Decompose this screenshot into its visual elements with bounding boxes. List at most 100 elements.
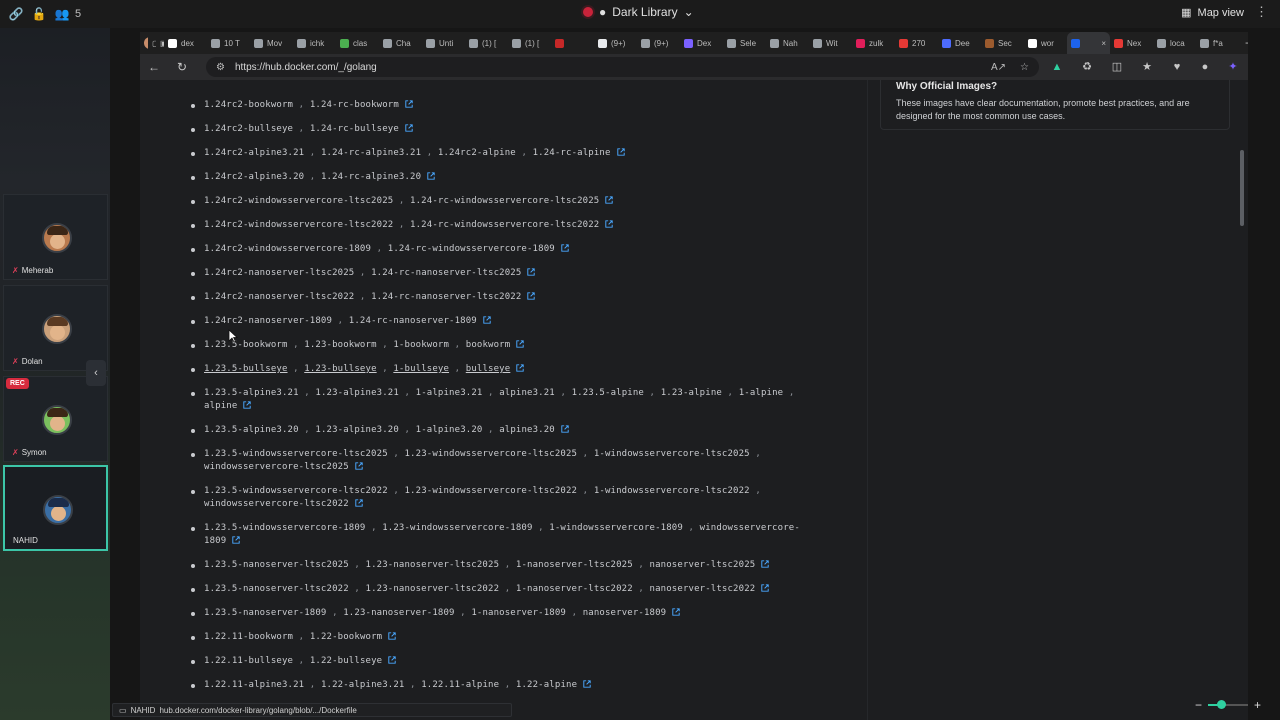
image-tag-link[interactable]: 1-bookworm	[393, 340, 449, 350]
image-tag-link[interactable]: 1.23.5-windowsservercore-1809	[204, 523, 366, 533]
tab-search-icon[interactable]: ▣	[156, 32, 164, 54]
browser-tab[interactable]: (1) [	[508, 32, 551, 54]
browser-tab[interactable]: Sele	[723, 32, 766, 54]
image-tag-link[interactable]: bullseye	[466, 364, 511, 374]
image-tag-link[interactable]: windowsservercore-ltsc2022	[204, 499, 349, 509]
browser-tab[interactable]: (9+)	[594, 32, 637, 54]
unlock-icon[interactable]: 🔓	[32, 7, 47, 21]
external-link-icon[interactable]	[672, 608, 680, 616]
image-tag-link[interactable]: 1-windowsservercore-ltsc2025	[594, 449, 750, 459]
image-tag-link[interactable]: 1-nanoserver-1809	[471, 608, 566, 618]
image-tag-link[interactable]: nanoserver-ltsc2025	[650, 560, 756, 570]
browser-essentials-icon[interactable]: ♥	[1170, 60, 1184, 74]
image-tag-link[interactable]: 1.24rc2-nanoserver-1809	[204, 316, 332, 326]
image-tag-link[interactable]: 1.23.5-alpine3.20	[204, 425, 299, 435]
scrollbar-thumb[interactable]	[1240, 150, 1244, 226]
image-tag-link[interactable]: 1.24-rc-bookworm	[310, 100, 399, 110]
external-link-icon[interactable]	[527, 268, 536, 276]
external-link-icon[interactable]	[761, 584, 770, 592]
external-link-icon[interactable]	[527, 292, 536, 300]
split-screen-icon[interactable]: ◫	[1110, 60, 1124, 74]
image-tag-link[interactable]: 1.24rc2-alpine3.20	[204, 172, 304, 182]
external-link-icon[interactable]	[583, 680, 591, 688]
browser-tab[interactable]: ×	[1067, 32, 1110, 54]
external-link-icon[interactable]	[561, 425, 569, 433]
image-tag-link[interactable]: 1.23.5-nanoserver-ltsc2025	[204, 560, 349, 570]
external-link-icon[interactable]	[616, 148, 625, 156]
image-tag-link[interactable]: 1.24-rc-alpine	[533, 148, 611, 158]
browser-tab[interactable]: Cha	[379, 32, 422, 54]
browser-tab[interactable]: 270	[895, 32, 938, 54]
image-tag-link[interactable]: 1-windowsservercore-ltsc2022	[594, 486, 750, 496]
browser-tab[interactable]: Nah	[766, 32, 809, 54]
read-aloud-icon[interactable]: A↗	[991, 62, 1006, 73]
image-tag-link[interactable]: 1.24-rc-alpine3.21	[321, 148, 421, 158]
image-tag-link[interactable]: 1.24rc2-alpine3.21	[204, 148, 304, 158]
browser-tab[interactable]: Nex	[1110, 32, 1153, 54]
external-link-icon[interactable]	[388, 632, 396, 640]
browser-tab[interactable]: zulk	[852, 32, 895, 54]
image-tag-link[interactable]: 1.23.5-windowsservercore-ltsc2025	[204, 449, 388, 459]
image-tag-link[interactable]: nanoserver-1809	[583, 608, 667, 618]
image-tag-link[interactable]: 1-nanoserver-ltsc2022	[516, 584, 633, 594]
external-link-icon[interactable]	[427, 172, 435, 180]
back-icon[interactable]: ←	[140, 60, 168, 74]
image-tag-link[interactable]: 1-alpine3.20	[416, 425, 483, 435]
image-tag-link[interactable]: 1.24-rc-windowsservercore-1809	[388, 244, 555, 254]
image-tag-link[interactable]: 1.23.5-bullseye	[204, 364, 288, 374]
image-tag-link[interactable]: 1.23-windowsservercore-1809	[382, 523, 532, 533]
image-tag-link[interactable]: 1.22.11-bookworm	[204, 632, 293, 642]
external-link-icon[interactable]	[516, 364, 525, 372]
image-tag-link[interactable]: 1.23.5-bookworm	[204, 340, 288, 350]
image-tag-link[interactable]: 1.23.5-alpine	[572, 388, 644, 398]
external-link-icon[interactable]	[355, 499, 363, 507]
image-tag-link[interactable]: 1.24rc2-windowsservercore-ltsc2022	[204, 220, 393, 230]
people-icon[interactable]: 👥	[55, 7, 70, 21]
address-bar[interactable]: ⚙ A↗ ☆	[206, 57, 1039, 77]
image-tag-link[interactable]: 1.23-nanoserver-ltsc2025	[366, 560, 500, 570]
external-link-icon[interactable]	[405, 124, 413, 132]
image-tag-link[interactable]: 1.23.5-nanoserver-ltsc2022	[204, 584, 349, 594]
bookmark-star-icon[interactable]: ☆	[1020, 62, 1029, 73]
image-tag-link[interactable]: 1.24-rc-windowsservercore-ltsc2025	[410, 196, 599, 206]
image-tag-link[interactable]: 1.24-rc-nanoserver-ltsc2022	[371, 292, 521, 302]
browser-tab[interactable]: ichk	[293, 32, 336, 54]
zoom-out-icon[interactable]: −	[1195, 698, 1202, 712]
external-link-icon[interactable]	[516, 340, 525, 348]
browser-tab[interactable]: f*a	[1196, 32, 1239, 54]
image-tag-link[interactable]: bookworm	[466, 340, 511, 350]
browser-tab[interactable]: Sec	[981, 32, 1024, 54]
browser-tab[interactable]	[551, 32, 594, 54]
image-tag-link[interactable]: 1.23-alpine3.20	[315, 425, 399, 435]
browser-tab[interactable]: Dex	[680, 32, 723, 54]
browser-tab[interactable]: loca	[1153, 32, 1196, 54]
image-tag-link[interactable]: 1.24-rc-bullseye	[310, 124, 399, 134]
external-link-icon[interactable]	[243, 401, 252, 409]
profile-avatar[interactable]	[140, 32, 148, 54]
browser-tab[interactable]: Wit	[809, 32, 852, 54]
image-tag-link[interactable]: 1.23-alpine	[661, 388, 722, 398]
tab-groups-icon[interactable]: ▢	[148, 32, 156, 54]
image-tag-link[interactable]: 1.24rc2-nanoserver-ltsc2025	[204, 268, 354, 278]
image-tag-link[interactable]: 1.24rc2-windowsservercore-ltsc2025	[204, 196, 393, 206]
external-link-icon[interactable]	[355, 462, 363, 470]
external-link-icon[interactable]	[761, 560, 770, 568]
image-tag-link[interactable]: 1.22.11-alpine3.21	[204, 680, 304, 690]
image-tag-link[interactable]: 1-windowsservercore-1809	[549, 523, 683, 533]
image-tag-link[interactable]: 1.22-bookworm	[310, 632, 382, 642]
extensions-puzzle-icon[interactable]: ♻	[1080, 60, 1094, 74]
image-tag-link[interactable]: 1.23-nanoserver-ltsc2022	[366, 584, 500, 594]
image-tag-link[interactable]: 1.24-rc-nanoserver-ltsc2025	[371, 268, 521, 278]
image-tag-link[interactable]: alpine3.20	[499, 425, 555, 435]
image-tag-link[interactable]: 1.24rc2-nanoserver-ltsc2022	[204, 292, 354, 302]
image-tag-link[interactable]: 1.24-rc-alpine3.20	[321, 172, 421, 182]
link-icon[interactable]: 🔗	[9, 7, 24, 21]
extension-icon[interactable]: ▲	[1050, 60, 1064, 74]
external-link-icon[interactable]	[388, 656, 396, 664]
image-tag-link[interactable]: 1.23-windowsservercore-ltsc2025	[404, 449, 577, 459]
browser-tab[interactable]: 10 T	[207, 32, 250, 54]
image-tag-link[interactable]: 1-alpine3.21	[416, 388, 483, 398]
image-tag-link[interactable]: 1.23-bookworm	[304, 340, 376, 350]
image-tag-link[interactable]: 1.22-bullseye	[310, 656, 382, 666]
image-tag-link[interactable]: windowsservercore-ltsc2025	[204, 462, 349, 472]
